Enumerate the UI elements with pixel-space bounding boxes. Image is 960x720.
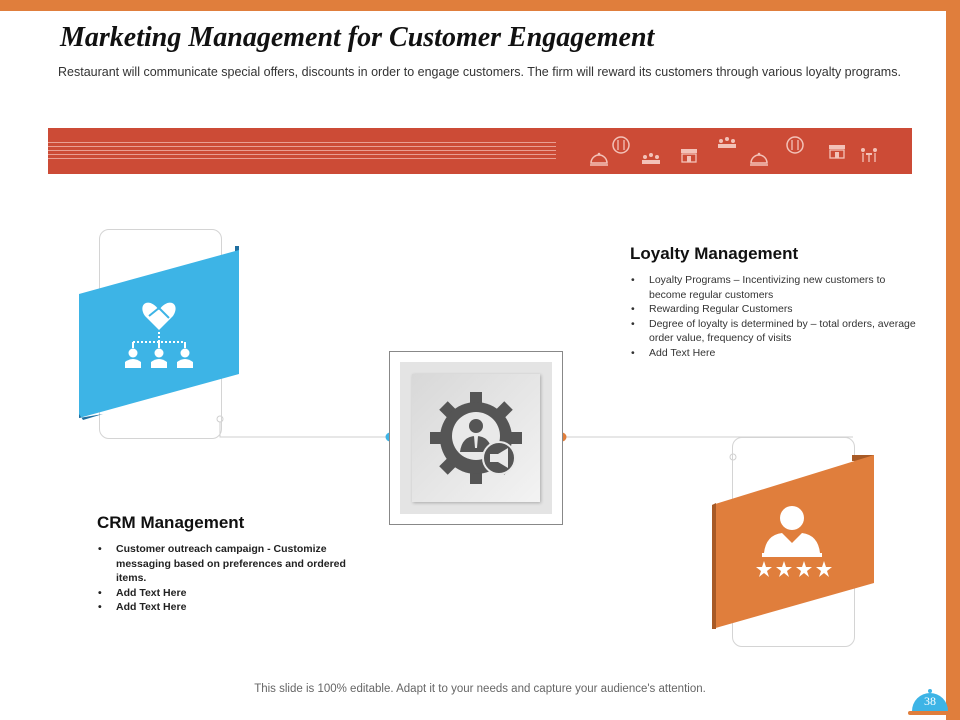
page-number-badge: 38 <box>908 689 952 715</box>
list-item: Add Text Here <box>98 600 368 615</box>
loyalty-title: Loyalty Management <box>630 244 799 263</box>
list-item: Customer outreach campaign - Customize m… <box>98 542 368 586</box>
loyalty-list: Loyalty Programs – Incentivizing new cus… <box>631 273 916 360</box>
center-hub-frame <box>400 362 552 514</box>
crm-connector <box>219 420 390 438</box>
footer-note: This slide is 100% editable. Adapt it to… <box>254 683 706 695</box>
list-item: Degree of loyalty is determined by – tot… <box>631 317 916 346</box>
list-item: Add Text Here <box>98 586 368 601</box>
center-hub-tile <box>412 374 540 502</box>
loyalty-icon-panel <box>712 455 874 629</box>
crm-title: CRM Management <box>97 513 245 532</box>
gear-marketing-icon <box>430 392 522 484</box>
crm-icon-panel <box>79 246 239 420</box>
list-item: Loyalty Programs – Incentivizing new cus… <box>631 273 916 302</box>
page-number: 38 <box>924 694 936 708</box>
crm-list: Customer outreach campaign - Customize m… <box>98 542 368 615</box>
list-item: Rewarding Regular Customers <box>631 302 916 317</box>
list-item: Add Text Here <box>631 346 916 361</box>
center-hub-box <box>389 351 563 525</box>
